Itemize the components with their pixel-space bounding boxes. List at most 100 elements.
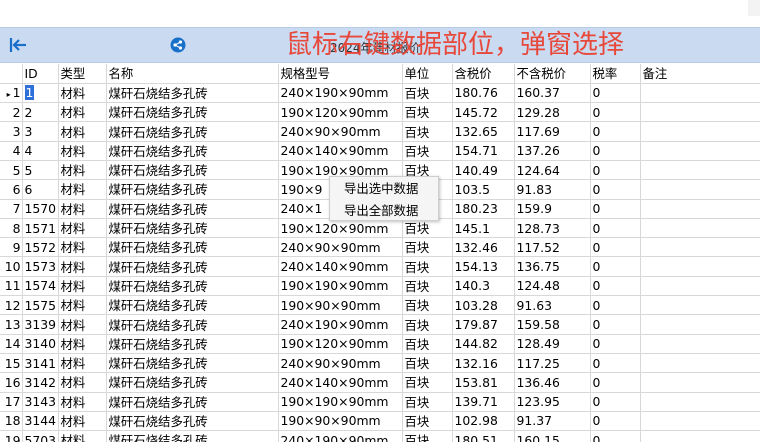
- price-notax-cell[interactable]: 91.83: [514, 179, 591, 200]
- table-row[interactable]: 12 1575 材料 煤矸石烧结多孔砖 190×90×90mm 百块 103.28 91.63…: [0, 295, 760, 316]
- back-button[interactable]: [6, 34, 30, 56]
- type-cell[interactable]: 材料: [58, 121, 107, 142]
- unit-cell[interactable]: 百块: [402, 430, 453, 442]
- price-notax-cell[interactable]: 159.9: [514, 199, 591, 219]
- price-notax-cell[interactable]: 129.28: [514, 102, 591, 123]
- price-notax-cell[interactable]: 124.48: [514, 276, 591, 297]
- price-notax-cell[interactable]: 136.46: [514, 372, 591, 393]
- unit-cell[interactable]: 百块: [402, 353, 453, 374]
- row-number[interactable]: 12: [0, 295, 23, 316]
- table-row[interactable]: 4 4 材料 煤矸石烧结多孔砖 240×140×90mm 百块 154.71 137.26 0: [0, 141, 760, 161]
- spec-cell[interactable]: 240×190×90mm: [278, 83, 403, 104]
- column-header-remark[interactable]: 备注: [640, 64, 760, 84]
- remark-cell[interactable]: [640, 218, 760, 239]
- spec-cell[interactable]: 240×190×90mm: [278, 314, 403, 335]
- spec-cell[interactable]: 240×140×90mm: [278, 141, 403, 161]
- tax-rate-cell[interactable]: 0: [590, 314, 641, 335]
- price-tax-cell[interactable]: 145.72: [452, 102, 515, 123]
- unit-cell[interactable]: 百块: [402, 218, 453, 239]
- unit-cell[interactable]: 百块: [402, 295, 453, 316]
- row-number[interactable]: 15: [0, 353, 23, 374]
- type-cell[interactable]: 材料: [58, 372, 107, 393]
- spec-cell[interactable]: 190×120×90mm: [278, 334, 403, 354]
- price-notax-cell[interactable]: 123.95: [514, 392, 591, 412]
- name-cell[interactable]: 煤矸石烧结多孔砖: [106, 334, 279, 354]
- type-cell[interactable]: 材料: [58, 353, 107, 374]
- tax-rate-cell[interactable]: 0: [590, 353, 641, 374]
- table-row[interactable]: 15 3141 材料 煤矸石烧结多孔砖 240×90×90mm 百块 132.16 117.2…: [0, 353, 760, 374]
- spec-cell[interactable]: 190×90×90mm: [278, 411, 403, 432]
- type-cell[interactable]: 材料: [58, 334, 107, 354]
- name-cell[interactable]: 煤矸石烧结多孔砖: [106, 121, 279, 142]
- remark-cell[interactable]: [640, 141, 760, 161]
- id-cell[interactable]: 3: [22, 121, 59, 142]
- tax-rate-cell[interactable]: 0: [590, 411, 641, 432]
- name-cell[interactable]: 煤矸石烧结多孔砖: [106, 411, 279, 432]
- table-row[interactable]: 13 3139 材料 煤矸石烧结多孔砖 240×190×90mm 百块 179.87 159.…: [0, 314, 760, 335]
- id-cell[interactable]: 3139: [22, 314, 59, 335]
- name-cell[interactable]: 煤矸石烧结多孔砖: [106, 372, 279, 393]
- unit-cell[interactable]: 百块: [402, 256, 453, 277]
- type-cell[interactable]: 材料: [58, 83, 107, 104]
- id-cell[interactable]: 6: [22, 179, 59, 200]
- row-number[interactable]: 8: [0, 218, 23, 239]
- column-header-spec[interactable]: 规格型号: [278, 64, 403, 84]
- row-number[interactable]: 7: [0, 199, 23, 219]
- id-cell[interactable]: 3144: [22, 411, 59, 432]
- name-cell[interactable]: 煤矸石烧结多孔砖: [106, 237, 279, 258]
- type-cell[interactable]: 材料: [58, 141, 107, 161]
- row-number[interactable]: 13: [0, 314, 23, 335]
- spec-cell[interactable]: 240×90×90mm: [278, 237, 403, 258]
- name-cell[interactable]: 煤矸石烧结多孔砖: [106, 276, 279, 297]
- unit-cell[interactable]: 百块: [402, 314, 453, 335]
- tax-rate-cell[interactable]: 0: [590, 276, 641, 297]
- type-cell[interactable]: 材料: [58, 199, 107, 219]
- name-cell[interactable]: 煤矸石烧结多孔砖: [106, 392, 279, 412]
- price-tax-cell[interactable]: 145.1: [452, 218, 515, 239]
- id-cell[interactable]: 1575: [22, 295, 59, 316]
- id-cell[interactable]: 1570: [22, 199, 59, 219]
- remark-cell[interactable]: [640, 392, 760, 412]
- price-notax-cell[interactable]: 117.25: [514, 353, 591, 374]
- price-tax-cell[interactable]: 180.51: [452, 430, 515, 442]
- unit-cell[interactable]: 百块: [402, 392, 453, 412]
- tax-rate-cell[interactable]: 0: [590, 237, 641, 258]
- spec-cell[interactable]: 240×140×90mm: [278, 256, 403, 277]
- type-cell[interactable]: 材料: [58, 256, 107, 277]
- remark-cell[interactable]: [640, 372, 760, 393]
- id-cell[interactable]: 3141: [22, 353, 59, 374]
- row-number[interactable]: 5: [0, 160, 23, 181]
- name-cell[interactable]: 煤矸石烧结多孔砖: [106, 218, 279, 239]
- type-cell[interactable]: 材料: [58, 276, 107, 297]
- remark-cell[interactable]: [640, 314, 760, 335]
- price-tax-cell[interactable]: 180.23: [452, 199, 515, 219]
- tax-rate-cell[interactable]: 0: [590, 102, 641, 123]
- price-notax-cell[interactable]: 117.52: [514, 237, 591, 258]
- table-row[interactable]: 10 1573 材料 煤矸石烧结多孔砖 240×140×90mm 百块 154.13 136.…: [0, 256, 760, 277]
- spec-cell[interactable]: 240×90×90mm: [278, 121, 403, 142]
- remark-cell[interactable]: [640, 102, 760, 123]
- remark-cell[interactable]: [640, 83, 760, 104]
- remark-cell[interactable]: [640, 160, 760, 181]
- table-row[interactable]: 2 2 材料 煤矸石烧结多孔砖 190×120×90mm 百块 145.72 129.28 0: [0, 102, 760, 123]
- row-number[interactable]: 3: [0, 121, 23, 142]
- row-number[interactable]: 6: [0, 179, 23, 200]
- type-cell[interactable]: 材料: [58, 392, 107, 412]
- type-cell[interactable]: 材料: [58, 179, 107, 200]
- unit-cell[interactable]: 百块: [402, 121, 453, 142]
- table-row[interactable]: 18 3144 材料 煤矸石烧结多孔砖 190×90×90mm 百块 102.98 91.37…: [0, 411, 760, 432]
- table-row[interactable]: 3 3 材料 煤矸石烧结多孔砖 240×90×90mm 百块 132.65 117.69 0: [0, 121, 760, 142]
- tax-rate-cell[interactable]: 0: [590, 199, 641, 219]
- column-header-id[interactable]: ID: [22, 64, 59, 84]
- tax-rate-cell[interactable]: 0: [590, 83, 641, 104]
- id-cell[interactable]: 1573: [22, 256, 59, 277]
- table-row[interactable]: 8 1571 材料 煤矸石烧结多孔砖 190×120×90mm 百块 145.1 128.73…: [0, 218, 760, 239]
- id-cell[interactable]: 4: [22, 141, 59, 161]
- tax-rate-cell[interactable]: 0: [590, 218, 641, 239]
- price-notax-cell[interactable]: 160.15: [514, 430, 591, 442]
- tax-rate-cell[interactable]: 0: [590, 160, 641, 181]
- unit-cell[interactable]: 百块: [402, 334, 453, 354]
- row-number[interactable]: 2: [0, 102, 23, 123]
- tax-rate-cell[interactable]: 0: [590, 295, 641, 316]
- price-notax-cell[interactable]: 117.69: [514, 121, 591, 142]
